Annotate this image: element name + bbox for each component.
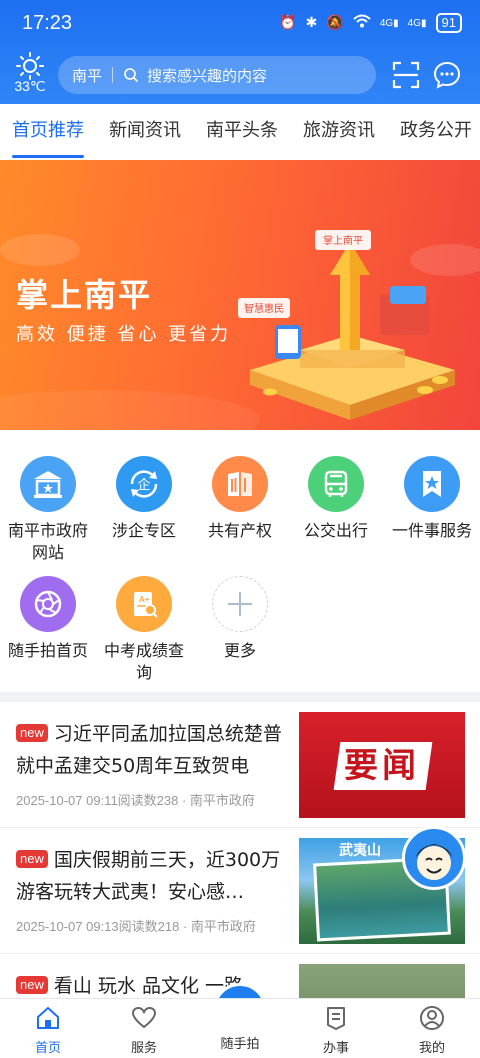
service-enterprise-zone[interactable]: 企 涉企专区 — [96, 456, 192, 542]
government-building-icon — [20, 456, 76, 512]
city-selector[interactable]: 南平 — [72, 65, 102, 86]
tab-home-recommend[interactable]: 首页推荐 — [12, 104, 84, 160]
search-divider — [112, 67, 114, 83]
new-badge: new — [16, 976, 48, 994]
service-more[interactable]: 更多 — [192, 576, 288, 662]
service-snapshot-home[interactable]: 随手拍首页 — [0, 576, 96, 662]
service-grid: 南平市政府网站 企 涉企专区 共有产权 公交出行 一件事服务 随手拍首页 A+ — [0, 430, 480, 692]
battery-indicator: 91 — [435, 13, 462, 33]
news-title: new 国庆假期前三天，近300万游客玩转大武夷！安心感… — [16, 849, 281, 903]
signal-2-icon: 4G▮ — [407, 17, 427, 29]
cartoon-face-icon — [416, 844, 452, 880]
message-icon[interactable] — [433, 61, 461, 89]
service-government-website[interactable]: 南平市政府网站 — [0, 456, 96, 564]
service-label: 一件事服务 — [391, 521, 472, 540]
service-public-transit[interactable]: 公交出行 — [288, 456, 384, 542]
sun-icon — [16, 52, 44, 80]
nav-services-label: 服务 — [130, 1041, 157, 1056]
service-one-thing[interactable]: 一件事服务 — [384, 456, 480, 542]
thumbnail-text: 武夷山 — [339, 843, 381, 859]
service-shared-property[interactable]: 共有产权 — [192, 456, 288, 542]
nav-snapshot[interactable]: 随手拍 — [192, 1031, 288, 1052]
nav-home-label: 首页 — [34, 1041, 61, 1056]
heart-icon — [131, 1006, 157, 1029]
app-header: 17:23 ⏰ ✱ 🔕 4G▮ 4G▮ 91 33℃ 南平 搜索感兴趣的内容 — [0, 0, 480, 104]
service-label: 公交出行 — [303, 521, 368, 540]
status-icons: ⏰ ✱ 🔕 4G▮ 4G▮ 91 — [279, 13, 462, 33]
news-meta: 2025-10-07 09:13阅读数218 · 南平市政府 — [16, 919, 256, 934]
new-badge: new — [16, 724, 48, 742]
bus-icon — [308, 456, 364, 512]
weather-widget[interactable]: 33℃ — [12, 52, 48, 95]
tab-government-affairs[interactable]: 政务公开 — [400, 104, 472, 160]
nav-home[interactable]: 首页 — [0, 1005, 96, 1056]
status-bar: 17:23 ⏰ ✱ 🔕 4G▮ 4G▮ 91 — [0, 0, 480, 48]
exam-search-icon: A+ — [116, 576, 172, 632]
assistant-avatar[interactable] — [402, 826, 466, 890]
tab-travel-news[interactable]: 旅游资讯 — [303, 104, 375, 160]
service-label: 共有产权 — [207, 521, 272, 540]
svg-text:企: 企 — [137, 477, 150, 493]
wifi-icon — [353, 14, 371, 32]
scan-icon[interactable] — [392, 61, 420, 89]
bottom-navigation: 首页 服务 随手拍 办事 我的 — [0, 998, 480, 1058]
new-badge: new — [16, 850, 48, 868]
document-icon — [327, 1007, 345, 1030]
banner-tag-smart: 智慧惠民 — [244, 302, 284, 315]
news-meta: 2025-10-07 09:11阅读数238 · 南平市政府 — [16, 793, 255, 808]
alarm-icon: ⏰ — [279, 15, 297, 31]
signal-1-icon: 4G▮ — [379, 17, 399, 29]
nav-mine-label: 我的 — [418, 1041, 445, 1056]
banner-illustration: 掌上南平 智慧惠民 — [238, 230, 455, 420]
service-exam-query[interactable]: A+ 中考成绩查询 — [96, 576, 192, 684]
search-input[interactable]: 搜索感兴趣的内容 — [147, 65, 267, 86]
promo-banner[interactable]: 掌上南平 高效 便捷 省心 更省力 掌上南平 智慧惠民 — [0, 160, 480, 430]
banner-tag-app: 掌上南平 — [323, 234, 363, 247]
enterprise-refresh-icon: 企 — [116, 456, 172, 512]
user-icon — [420, 1006, 444, 1030]
weather-temperature: 33℃ — [14, 78, 46, 94]
news-item[interactable]: new 习近平同孟加拉国总统楚普就中孟建交50周年互致贺电 2025-10-07 … — [0, 702, 480, 828]
thumbnail-text: 要闻 — [344, 746, 420, 786]
service-label: 中考成绩查询 — [103, 641, 184, 682]
tab-news[interactable]: 新闻资讯 — [109, 104, 181, 160]
banner-title: 掌上南平 — [16, 276, 153, 314]
search-bar[interactable]: 南平 搜索感兴趣的内容 — [58, 56, 376, 94]
home-icon — [37, 1007, 59, 1029]
category-tabs: 首页推荐 新闻资讯 南平头条 旅游资讯 政务公开 — [0, 104, 480, 160]
section-separator — [0, 692, 480, 702]
mute-icon: 🔕 — [326, 15, 344, 31]
nav-snapshot-label: 随手拍 — [220, 1037, 260, 1052]
bookmark-star-icon — [404, 456, 460, 512]
camera-aperture-icon — [20, 576, 76, 632]
status-time: 17:23 — [22, 12, 73, 34]
nav-services[interactable]: 服务 — [96, 1005, 192, 1056]
bluetooth-icon: ✱ — [305, 15, 318, 31]
service-label: 涉企专区 — [111, 521, 176, 540]
service-label: 南平市政府网站 — [7, 521, 88, 562]
tab-nanping-headlines[interactable]: 南平头条 — [206, 104, 278, 160]
nav-affairs[interactable]: 办事 — [288, 1005, 384, 1056]
plus-icon — [212, 576, 268, 632]
service-label: 随手拍首页 — [7, 641, 88, 660]
news-thumbnail — [299, 964, 465, 998]
nav-mine[interactable]: 我的 — [384, 1005, 480, 1056]
search-icon — [124, 68, 139, 83]
service-label: 更多 — [223, 641, 256, 660]
nav-affairs-label: 办事 — [322, 1041, 349, 1056]
banner-subtitle: 高效 便捷 省心 更省力 — [16, 324, 232, 345]
news-title: new 习近平同孟加拉国总统楚普就中孟建交50周年互致贺电 — [16, 723, 282, 777]
svg-text:A+: A+ — [139, 595, 150, 604]
book-building-icon — [212, 456, 268, 512]
news-thumbnail: 要闻 — [299, 712, 465, 818]
